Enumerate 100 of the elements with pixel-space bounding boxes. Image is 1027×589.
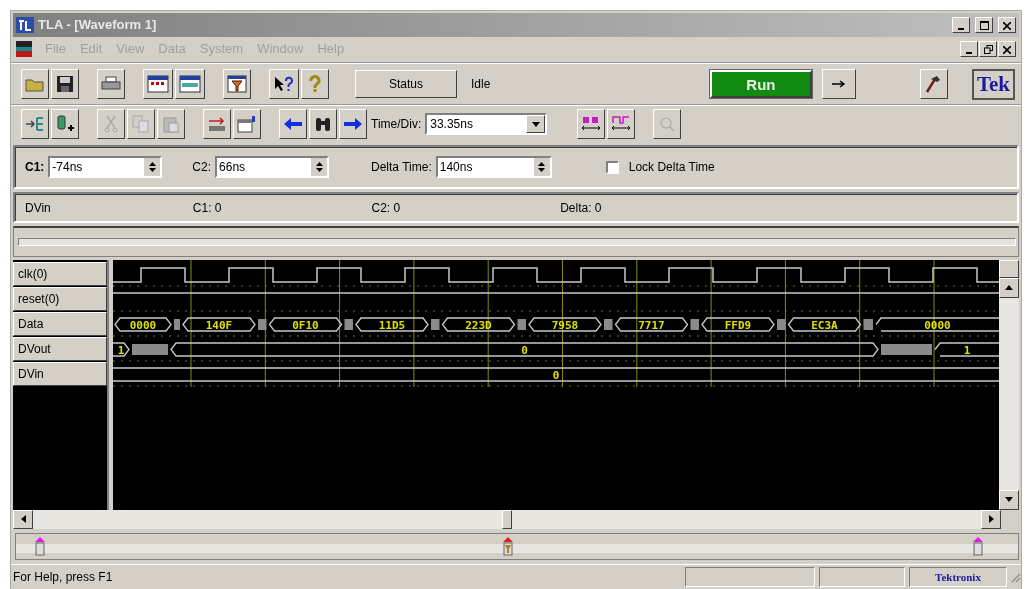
clipboard-icon bbox=[162, 115, 180, 134]
resize-grip-icon[interactable] bbox=[1009, 571, 1021, 584]
cursor-field[interactable]: 66ns bbox=[215, 156, 330, 178]
signal-name[interactable]: reset(0) bbox=[13, 286, 107, 311]
restore-button[interactable] bbox=[979, 40, 997, 57]
spin-arrows-icon bbox=[148, 161, 156, 173]
cursor-label: C1: bbox=[25, 160, 45, 174]
tools-button[interactable] bbox=[919, 69, 948, 100]
spin-arrows-icon bbox=[315, 161, 323, 173]
cursor-field[interactable]: -74ns bbox=[48, 156, 163, 178]
bus-value: 0000 bbox=[924, 318, 951, 332]
minimize-icon bbox=[958, 27, 964, 30]
scroll-thumb[interactable] bbox=[999, 259, 1019, 278]
folder-icon bbox=[25, 76, 45, 93]
listing-window-button[interactable] bbox=[143, 69, 173, 100]
readout-signal: DVin bbox=[25, 200, 51, 215]
binoculars-icon bbox=[314, 115, 332, 134]
run-button[interactable]: Run bbox=[709, 70, 812, 99]
scroll-thumb[interactable] bbox=[502, 509, 512, 529]
transition-marker bbox=[132, 343, 168, 355]
document-icon[interactable] bbox=[16, 40, 32, 57]
transition-marker bbox=[344, 318, 353, 330]
close-button[interactable] bbox=[998, 16, 1016, 33]
step-button[interactable] bbox=[821, 69, 856, 100]
lock-checkbox[interactable] bbox=[605, 160, 619, 174]
signal-name[interactable]: clk(0) bbox=[13, 261, 107, 286]
minimize-icon bbox=[966, 51, 972, 54]
goto-button[interactable] bbox=[203, 109, 231, 140]
minimize-button[interactable] bbox=[952, 16, 970, 33]
cut-button[interactable] bbox=[97, 109, 125, 140]
goto-arrow-icon bbox=[207, 115, 227, 134]
maximize-button[interactable] bbox=[975, 16, 993, 33]
signal-name[interactable]: DVin bbox=[13, 361, 107, 386]
delta-time-label: Delta Time: bbox=[371, 160, 432, 174]
save-button[interactable] bbox=[51, 69, 79, 100]
bus-value: 1 bbox=[117, 343, 125, 357]
status-button[interactable]: Status bbox=[355, 70, 457, 99]
spin-arrows-icon bbox=[538, 161, 546, 173]
signal-name[interactable]: DVout bbox=[13, 336, 107, 361]
transition-marker bbox=[604, 318, 613, 330]
transition-marker bbox=[431, 318, 440, 330]
probe-plus-icon bbox=[55, 115, 75, 134]
add-signal-button[interactable] bbox=[21, 109, 49, 140]
readout-value: C2: 0 bbox=[371, 200, 401, 215]
transition-marker bbox=[690, 318, 699, 330]
help-button[interactable] bbox=[301, 69, 329, 100]
open-button[interactable] bbox=[21, 69, 49, 100]
cursor-label: C2: bbox=[192, 160, 212, 174]
minimize-button[interactable] bbox=[960, 40, 978, 57]
right-arrow-icon bbox=[344, 118, 362, 131]
bus-value: 0 bbox=[552, 368, 560, 382]
window-title: TLA - [Waveform 1] bbox=[38, 17, 157, 33]
close-button[interactable] bbox=[998, 40, 1016, 57]
copy-button[interactable] bbox=[127, 109, 155, 140]
bus-segment bbox=[113, 342, 130, 357]
dropdown-arrow-icon bbox=[531, 121, 540, 127]
transition-marker bbox=[174, 318, 180, 330]
next-button[interactable] bbox=[339, 109, 367, 140]
cursor-marker-icon[interactable] bbox=[972, 535, 984, 556]
add-probe-button[interactable] bbox=[51, 109, 79, 140]
left-arrow-icon bbox=[284, 118, 302, 131]
status-text: Idle bbox=[471, 77, 491, 92]
properties-button[interactable] bbox=[233, 109, 261, 140]
print-button[interactable] bbox=[97, 69, 125, 100]
zoom-pulse-button[interactable] bbox=[607, 109, 636, 140]
close-icon bbox=[1003, 45, 1011, 54]
trigger-button[interactable] bbox=[223, 69, 251, 100]
bus-segment bbox=[114, 317, 172, 332]
funnel-window-icon bbox=[227, 75, 247, 94]
search-button[interactable] bbox=[309, 109, 337, 140]
cursor-marker-icon[interactable] bbox=[34, 535, 46, 556]
context-help-button[interactable] bbox=[269, 69, 299, 100]
zoom-bus-button[interactable] bbox=[577, 109, 606, 140]
window-icon bbox=[147, 75, 169, 94]
readout-value: Delta: 0 bbox=[560, 200, 602, 215]
paste-button[interactable] bbox=[157, 109, 185, 140]
brand-label: Tektronix bbox=[909, 567, 1007, 588]
waveform-window-button[interactable] bbox=[175, 69, 205, 100]
copy-pages-icon bbox=[132, 115, 150, 134]
signal-name[interactable]: Data bbox=[13, 311, 107, 336]
zoom-button[interactable] bbox=[653, 109, 682, 140]
time-div-dropdown[interactable]: 33.35ns bbox=[425, 113, 548, 136]
checkbox-label: Lock Delta Time bbox=[628, 160, 715, 174]
trigger-marker-icon[interactable] bbox=[502, 535, 514, 556]
right-arrow-icon bbox=[831, 80, 846, 89]
bus-segment bbox=[934, 342, 999, 357]
scissors-icon bbox=[103, 115, 119, 134]
status-text: For Help, press F1 bbox=[13, 570, 113, 585]
bus-value: 1 bbox=[963, 343, 971, 357]
maximize-icon bbox=[979, 20, 989, 30]
bus-value: 11D5 bbox=[378, 318, 406, 332]
delta-time-field[interactable]: 140ns bbox=[435, 156, 552, 178]
previous-button[interactable] bbox=[279, 109, 307, 140]
transition-marker bbox=[777, 318, 786, 330]
window-icon bbox=[179, 75, 201, 94]
tek-logo[interactable]: Tek bbox=[971, 68, 1015, 100]
readout-value: C1: 0 bbox=[192, 200, 222, 215]
bus-value: 140F bbox=[205, 318, 233, 332]
vertical-scrollbar[interactable] bbox=[999, 259, 1019, 510]
bus-value: 7717 bbox=[638, 318, 665, 332]
